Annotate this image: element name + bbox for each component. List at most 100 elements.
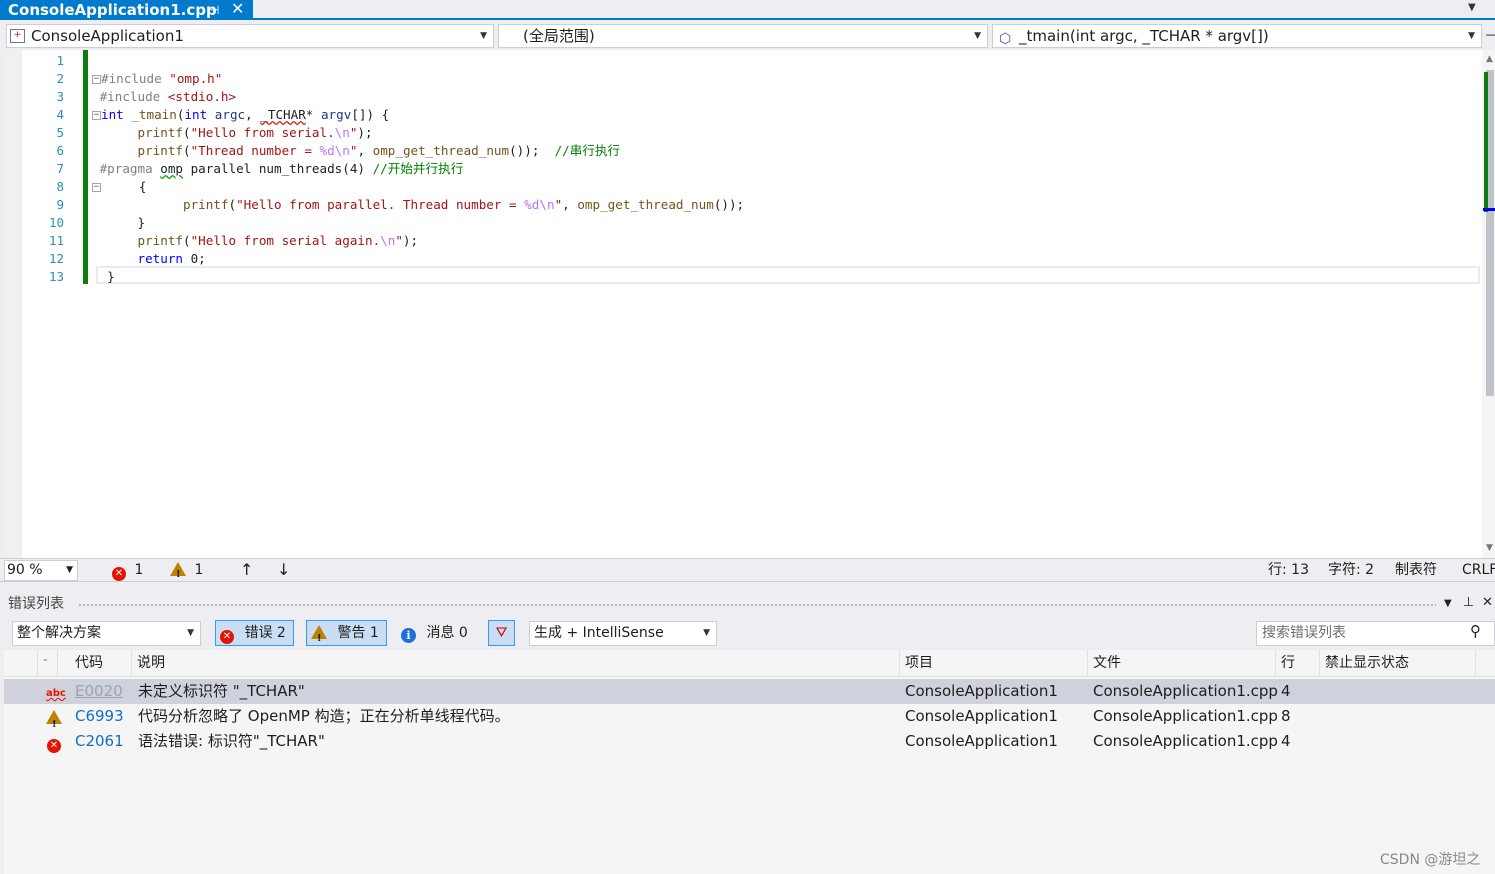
error-table-header: ⁼ 代码 说明 项目 文件 行 禁止显示状态	[4, 650, 1495, 677]
error-file: ConsoleApplication1.cpp	[1093, 707, 1278, 725]
table-row[interactable]: C6993 代码分析忽略了 OpenMP 构造；正在分析单线程代码。 Conso…	[4, 704, 1495, 737]
zoom-dropdown[interactable]: 90 % ▼	[4, 560, 78, 581]
column-header-suppression[interactable]: 禁止显示状态	[1320, 650, 1476, 677]
error-line: 4	[1281, 682, 1291, 700]
tab-list-dropdown-icon[interactable]: ▼	[1468, 2, 1476, 13]
warning-count: 1	[194, 562, 204, 578]
member-dropdown-value: _tmain(int argc, _TCHAR * argv[])	[1019, 27, 1269, 45]
column-header-icon[interactable]	[4, 650, 38, 677]
error-file: ConsoleApplication1.cpp	[1093, 732, 1278, 750]
line-number: 7	[56, 161, 64, 176]
column-header-code[interactable]: 代码	[70, 650, 132, 677]
search-error-list-input[interactable]: 搜索错误列表	[1256, 621, 1495, 646]
line-number: 2	[56, 71, 64, 86]
chevron-down-icon: ▼	[703, 628, 710, 638]
line-number: 10	[48, 215, 64, 230]
panel-drag-grip[interactable]	[78, 603, 1436, 607]
build-filter-value: 生成 + IntelliSense	[534, 625, 664, 641]
project-dropdown[interactable]: + ConsoleApplication1 ▼	[6, 24, 494, 48]
char-indicator: 字符: 2	[1328, 562, 1375, 578]
scope-dropdown[interactable]: (全局范围) ▼	[498, 24, 988, 48]
warning-icon	[311, 625, 327, 651]
line-number: 6	[56, 143, 64, 158]
code-line: return 0;	[137, 251, 206, 266]
code-line: printf("Hello from serial.\n");	[137, 125, 373, 140]
code-line: }	[92, 269, 115, 284]
line-number: 9	[56, 197, 64, 212]
split-view-icon[interactable]: ⊣	[1485, 28, 1495, 44]
errors-filter-toggle[interactable]: ✕ 错误 2	[215, 620, 294, 646]
messages-filter-label: 消息 0	[426, 625, 468, 641]
error-table-body: abc E0020 未定义标识符 "_TCHAR" ConsoleApplica…	[4, 677, 1495, 874]
error-description: 语法错误: 标识符"_TCHAR"	[138, 732, 325, 750]
column-header-description[interactable]: 说明	[132, 650, 900, 677]
info-icon: i	[401, 628, 416, 643]
error-icon: ✕	[220, 630, 234, 644]
line-number: 11	[48, 233, 64, 248]
code-line: printf("Thread number = %d\n", omp_get_t…	[137, 143, 621, 158]
member-dropdown[interactable]: ⬡ _tmain(int argc, _TCHAR * argv[]) ▼	[992, 24, 1482, 48]
line-number: 8	[56, 179, 64, 194]
eol-indicator[interactable]: CRLF	[1462, 559, 1495, 581]
close-icon[interactable]: ✕	[231, 0, 244, 19]
code-line: − {	[92, 179, 147, 194]
search-placeholder: 搜索错误列表	[1262, 625, 1346, 641]
build-intellisense-dropdown[interactable]: 生成 + IntelliSense ▼	[529, 621, 717, 646]
table-row[interactable]: abc E0020 未定义标识符 "_TCHAR" ConsoleApplica…	[4, 679, 1495, 704]
warnings-filter-toggle[interactable]: 警告 1	[306, 620, 387, 651]
errors-filter-label: 错误 2	[244, 625, 286, 641]
scroll-up-icon[interactable]: ▲	[1486, 54, 1493, 64]
sort-icon[interactable]: ⁼	[38, 650, 58, 677]
error-code[interactable]: E0020	[75, 679, 123, 704]
chevron-down-icon: ▼	[480, 31, 487, 41]
code-line: printf("Hello from parallel. Thread numb…	[183, 197, 745, 212]
error-project: ConsoleApplication1	[905, 732, 1058, 750]
chevron-down-icon: ▼	[66, 565, 73, 575]
search-icon[interactable]: ⚲	[1470, 622, 1481, 640]
code-line: − int _tmain(int argc, _TCHAR* argv[]) {	[92, 107, 390, 122]
error-icon: ✕	[112, 567, 126, 581]
error-icon: ✕	[47, 729, 61, 754]
tabs-indicator[interactable]: 制表符	[1395, 559, 1437, 581]
scrollbar-caret-marker	[1483, 208, 1495, 211]
table-row[interactable]: ✕ C2061 语法错误: 标识符"_TCHAR" ConsoleApplica…	[4, 729, 1495, 754]
error-line: 8	[1281, 707, 1291, 725]
messages-filter-toggle[interactable]: i 消息 0	[401, 620, 468, 646]
error-project: ConsoleApplication1	[905, 707, 1058, 725]
warning-count-indicator[interactable]: 1	[170, 559, 204, 586]
scroll-down-icon[interactable]: ▼	[1486, 543, 1493, 553]
breakpoint-gutter[interactable]	[4, 50, 22, 558]
code-line: #pragma omp parallel num_threads(4) //开始…	[99, 161, 464, 176]
previous-issue-arrow-up-icon[interactable]: ↑	[240, 559, 253, 581]
method-cube-icon: ⬡	[999, 31, 1012, 47]
filter-funnel-icon[interactable]: ⛛	[488, 620, 515, 646]
column-header-file[interactable]: 文件	[1088, 650, 1276, 677]
line-number: 1	[56, 53, 64, 68]
chevron-down-icon: ▼	[187, 628, 194, 638]
pin-icon[interactable]: ⊥	[1463, 595, 1474, 610]
next-issue-arrow-down-icon[interactable]: ↓	[277, 559, 290, 581]
warning-icon	[46, 705, 62, 737]
error-count-indicator[interactable]: ✕ 1	[112, 559, 143, 581]
window-position-dropdown-icon[interactable]: ▼	[1444, 598, 1452, 609]
close-icon[interactable]: ✕	[1482, 595, 1493, 610]
line-number: 13	[48, 269, 64, 284]
line-number: 12	[48, 251, 64, 266]
error-code[interactable]: C2061	[75, 729, 124, 754]
error-description: 未定义标识符 "_TCHAR"	[138, 682, 305, 700]
pin-icon[interactable]: ⊣	[209, 0, 219, 20]
code-line: }	[92, 215, 146, 230]
line-number: 3	[56, 89, 64, 104]
line-indicator: 行: 13	[1268, 562, 1309, 578]
chevron-down-icon: ▼	[974, 31, 981, 41]
scope-dropdown-value: (全局范围)	[523, 27, 595, 45]
warning-icon	[170, 562, 186, 586]
tab-title: ConsoleApplication1.cpp	[8, 1, 217, 19]
code-text[interactable]: − #include "omp.h" #include <stdio.h> − int…	[92, 52, 744, 286]
tab-consoleapplication1-cpp[interactable]: ConsoleApplication1.cpp ⊣ ✕	[0, 0, 253, 20]
error-code[interactable]: C6993	[75, 704, 124, 729]
column-header-line[interactable]: 行	[1276, 650, 1320, 677]
scope-filter-dropdown[interactable]: 整个解决方案 ▼	[12, 621, 201, 646]
column-header-project[interactable]: 项目	[900, 650, 1088, 677]
